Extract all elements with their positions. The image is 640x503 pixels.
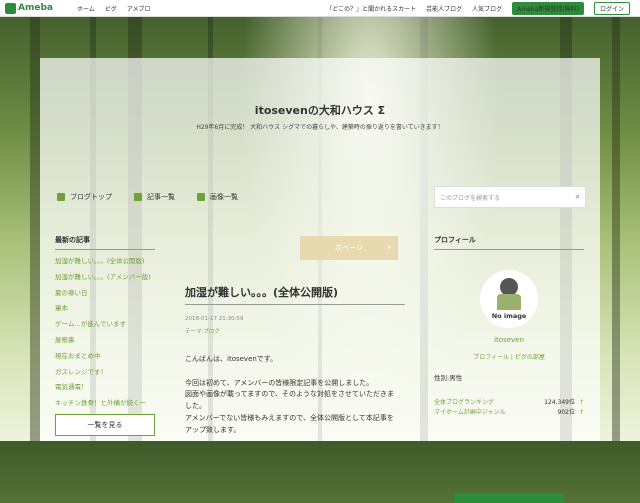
nav-image-list-label: 画像一覧 xyxy=(210,193,238,201)
ameba-logo[interactable]: Ameba xyxy=(5,2,53,14)
register-button[interactable]: Ameba新規登録(無料) xyxy=(512,1,584,15)
recent-entry[interactable]: 電気通電！ xyxy=(55,380,155,396)
ameba-logo-icon xyxy=(5,2,16,14)
blog-nav: ブログトップ 記事一覧 画像一覧 xyxy=(57,192,260,202)
search-icon[interactable]: ⌕ xyxy=(576,192,580,202)
header-nav: ホーム ピグ アメブロ xyxy=(67,4,151,13)
entry-line: こんばんは、itosevenです。 xyxy=(185,355,278,363)
header-link-celebrity[interactable]: 芸能人ブログ xyxy=(426,4,462,13)
entry-line: した。 xyxy=(185,402,206,411)
recent-entry[interactable]: ゲーム…が進んでいます xyxy=(55,317,155,333)
entry-list-icon xyxy=(134,193,142,201)
entry-title[interactable]: 加湿が難しい。。。(全体公開版) xyxy=(185,284,405,305)
blog-title[interactable]: itosevenの大和ハウス Σ xyxy=(40,102,600,118)
profile-gender: 性別:男性 xyxy=(434,374,463,382)
recent-entry[interactable]: ガスレンジです！ xyxy=(55,365,155,381)
entry-line: アメンバーでない皆様もみえますので、全体公開版として本記事を xyxy=(185,413,394,422)
ranking-arrow-icon: ↑ xyxy=(578,409,584,416)
entry-body: こんばんは、itosevenです。 今回は初めて、アメンバーの皆様限定記事を公開… xyxy=(185,354,410,437)
ranking-label: マイホーム計画中ジャンル xyxy=(434,409,506,416)
header-link-popular[interactable]: 人気ブログ xyxy=(472,4,502,13)
see-all-button[interactable]: 一覧を見る xyxy=(55,413,155,436)
blog-panel: itosevenの大和ハウス Σ H29年6月に完成！ 大和ハウス シグマでの暮… xyxy=(40,58,600,503)
nav-image-list[interactable]: 画像一覧 xyxy=(197,192,238,202)
blog-top-icon xyxy=(57,193,65,201)
ameba-header: Ameba ホーム ピグ アメブロ 「どこの？」と聞かれるスカート 芸能人ブログ… xyxy=(0,0,640,17)
theme-link[interactable]: ブログ xyxy=(203,329,220,335)
nav-entry-list-label: 記事一覧 xyxy=(147,193,175,201)
recent-heading: 最新の記事 xyxy=(55,235,155,250)
profile-box: プロフィール No image itoseven プロフィール | ピグの部屋 … xyxy=(434,235,584,503)
entry-line: 今回は初めて、アメンバーの皆様限定記事を公開しました。 xyxy=(185,378,374,387)
nav-pigg[interactable]: ピグ xyxy=(105,4,117,13)
ranking-row[interactable]: 全体ブログランキング 124,349位 ↑ xyxy=(434,398,584,408)
ranking-label: 全体ブログランキング xyxy=(434,399,494,406)
entry-line: アップ致します。 xyxy=(185,425,241,434)
next-page-button[interactable]: 次ページ › xyxy=(300,236,398,260)
search-placeholder: このブログを検索する xyxy=(440,194,501,202)
recent-entry[interactable]: 加湿が難しい。。。(アメンバー版) xyxy=(55,270,155,286)
nav-entry-list[interactable]: 記事一覧 xyxy=(134,192,175,202)
login-button[interactable]: ログイン xyxy=(593,1,630,15)
recent-entry[interactable]: 加湿が難しい。。。(全体公開版) xyxy=(55,254,155,270)
ranking-list: 全体ブログランキング 124,349位 ↑ マイホーム計画中ジャンル 902位 … xyxy=(434,398,584,418)
next-page-label: 次ページ xyxy=(335,244,363,252)
profile-name[interactable]: itoseven xyxy=(434,336,584,344)
ranking-row[interactable]: マイホーム計画中ジャンル 902位 ↑ xyxy=(434,408,584,418)
recent-entry[interactable]: 夏の寒い日 xyxy=(55,286,155,302)
theme-label: テーマ: xyxy=(185,329,204,335)
recent-entry[interactable]: 童本 xyxy=(55,301,155,317)
no-image-label: No image xyxy=(491,312,527,320)
header-link-skirt[interactable]: 「どこの？」と聞かれるスカート xyxy=(326,4,416,13)
camera-icon xyxy=(197,193,205,201)
nav-blog-top[interactable]: ブログトップ xyxy=(57,192,112,202)
recent-entry[interactable]: キッチン鉄骨！と外構が続くー xyxy=(55,396,155,412)
nav-ameblo[interactable]: アメブロ xyxy=(127,4,151,13)
ranking-value: 902位 xyxy=(557,409,575,416)
recent-entry[interactable]: 屋根裏 xyxy=(55,333,155,349)
chevron-right-icon: › xyxy=(387,242,391,253)
profile-links[interactable]: プロフィール | ピグの部屋 xyxy=(434,352,584,361)
entry-line: 図面や画像が載ってますので、そのような対処をさせていただきま xyxy=(185,390,395,399)
entry-date: 2018-01-17 21:30:59 xyxy=(185,316,244,322)
ranking-arrow-icon: ↑ xyxy=(578,399,584,406)
ranking-value: 124,349位 xyxy=(544,399,575,406)
nav-home[interactable]: ホーム xyxy=(77,4,95,13)
recent-entry[interactable]: 現在おまとめ中 xyxy=(55,349,155,365)
entry-theme: テーマ:ブログ xyxy=(185,327,220,335)
profile-heading: プロフィール xyxy=(434,235,584,250)
nav-blog-top-label: ブログトップ xyxy=(70,193,112,201)
blog-description: H29年6月に完成！ 大和ハウス シグマでの暮らしや、建築時の振り返りを書いてい… xyxy=(196,124,444,131)
ameba-logo-text: Ameba xyxy=(18,3,53,13)
avatar[interactable]: No image xyxy=(480,270,538,328)
recent-entries: 最新の記事 加湿が難しい。。。(全体公開版) 加湿が難しい。。。(アメンバー版)… xyxy=(55,235,155,436)
follow-button[interactable] xyxy=(454,493,564,503)
blog-search-input[interactable]: このブログを検索する ⌕ xyxy=(434,186,586,208)
